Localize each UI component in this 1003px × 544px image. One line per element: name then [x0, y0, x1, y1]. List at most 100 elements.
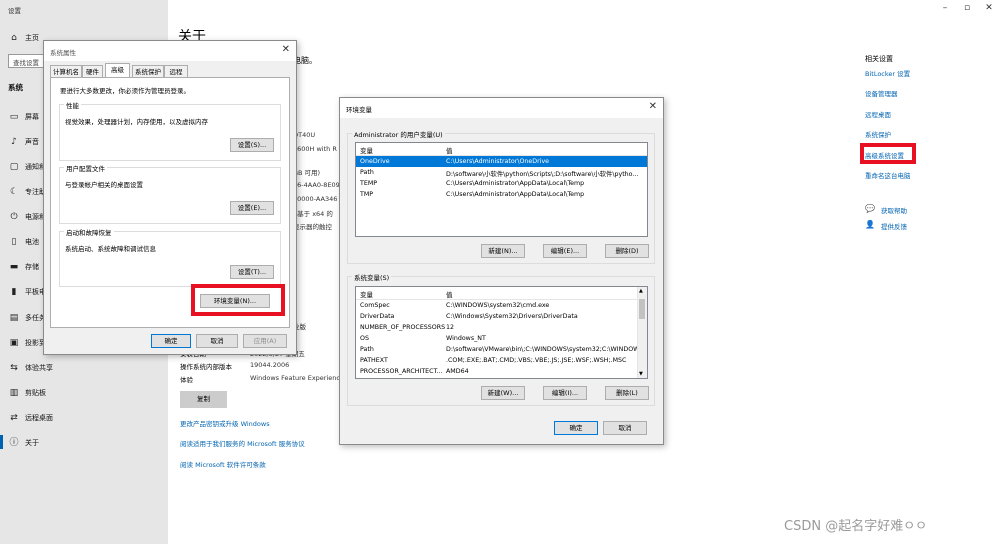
maximize-button[interactable]: ▫: [956, 0, 978, 18]
sysprops-ok-button[interactable]: 确定: [151, 334, 191, 348]
sidebar-item-label: 电池: [25, 238, 39, 246]
user-delete-button[interactable]: 删除(D): [605, 244, 649, 258]
user-variables-title: Administrator 的用户变量(U): [352, 129, 445, 139]
user-profiles-settings-button[interactable]: 设置(E)...: [230, 201, 274, 215]
sidebar-item[interactable]: ⓘ 关于: [0, 432, 168, 456]
focus-icon: ☾: [9, 187, 19, 197]
spec-label: 操作系统内部版本: [180, 363, 232, 371]
environment-variables-dialog: 环境变量 ✕ Administrator 的用户变量(U) 变量 值 OneDr…: [339, 97, 664, 445]
startup-recovery-desc: 系统启动、系统故障和调试信息: [65, 245, 156, 253]
power-icon: ⏻: [10, 212, 18, 222]
advanced-system-settings-link[interactable]: 高级系统设置: [865, 150, 904, 160]
user-edit-button[interactable]: 编辑(E)...: [543, 244, 587, 258]
variable-row[interactable]: Path D:\software\VMware\bin\;C:\WINDOWS\s…: [356, 344, 647, 355]
sys-list-scrollbar[interactable]: ▲ ▼: [637, 287, 647, 378]
system-variables-title: 系统变量(S): [352, 272, 392, 282]
sidebar-item-label: 远程桌面: [25, 414, 53, 422]
variable-row[interactable]: DriverData C:\Windows\System32\Drivers\Dr…: [356, 311, 647, 322]
system-variables-list[interactable]: 变量 值 ComSpec C:\WINDOWS\system32\cmd.exe D…: [355, 286, 648, 379]
performance-desc: 视觉效果，处理器计划，内存使用，以及虚拟内存: [65, 118, 208, 126]
startup-settings-button[interactable]: 设置(T)...: [230, 265, 274, 279]
sidebar-item[interactable]: ▥ 剪贴板: [0, 382, 168, 406]
sysprops-cancel-button[interactable]: 取消: [196, 334, 238, 348]
rename-pc-link[interactable]: 重命名这台电脑: [865, 170, 911, 180]
service-agreement-link[interactable]: 阅读适用于我们服务的 Microsoft 服务协议: [180, 438, 305, 448]
upgrade-link[interactable]: 更改产品密钥或升级 Windows: [180, 418, 270, 428]
sidebar-item-label: 存储: [25, 263, 39, 271]
tab-system-protection[interactable]: 系统保护: [132, 65, 164, 77]
device-manager-link[interactable]: 设备管理器: [865, 88, 898, 98]
variable-row[interactable]: TEMP C:\Users\Administrator\AppData\Local…: [356, 178, 647, 189]
selected-indicator: [0, 435, 3, 449]
variable-name: OS: [360, 335, 369, 342]
variable-value: C:\Users\Administrator\AppData\Local\Tem…: [446, 191, 585, 198]
feedback-icon: 👤: [865, 220, 875, 229]
remote-desktop-link[interactable]: 远程桌面: [865, 109, 891, 119]
variable-value: D:\software\VMware\bin\;C:\WINDOWS\syste…: [446, 346, 648, 353]
get-help-link[interactable]: 获取帮助: [881, 205, 907, 215]
tab-hardware[interactable]: 硬件: [82, 65, 103, 77]
system-protection-link[interactable]: 系统保护: [865, 129, 891, 139]
variable-row[interactable]: Path D:\software\小软件\python\Scripts\;D:\s…: [356, 167, 647, 178]
scrollbar-thumb[interactable]: [639, 299, 645, 319]
startup-recovery-group: 启动和故障恢复 系统启动、系统故障和调试信息 设置(T)...: [59, 227, 281, 287]
copy-button[interactable]: 复制: [180, 391, 227, 408]
license-terms-link[interactable]: 阅读 Microsoft 软件许可条款: [180, 459, 266, 469]
variable-row[interactable]: PATHEXT .COM;.EXE;.BAT;.CMD;.VBS;.VBE;.JS…: [356, 355, 647, 366]
tab-advanced[interactable]: 高级: [105, 63, 130, 77]
variable-row[interactable]: ComSpec C:\WINDOWS\system32\cmd.exe: [356, 300, 647, 311]
scroll-up-icon[interactable]: ▲: [639, 288, 643, 294]
system-variables-group: 系统变量(S) 变量 值 ComSpec C:\WINDOWS\system32\…: [347, 272, 655, 406]
search-placeholder: 查找设置: [13, 59, 39, 67]
bitlocker-link[interactable]: BitLocker 设置: [865, 68, 910, 78]
sidebar-item[interactable]: ⇄ 远程桌面: [0, 407, 168, 431]
variable-row[interactable]: OneDrive C:\Users\Administrator\OneDrive: [356, 156, 647, 167]
performance-title: 性能: [64, 100, 81, 110]
sidebar-item[interactable]: ⇆ 体验共享: [0, 357, 168, 381]
sysprops-title: 系统属性: [50, 49, 76, 57]
variable-name: Path: [360, 346, 374, 353]
variable-row[interactable]: NUMBER_OF_PROCESSORS 12: [356, 322, 647, 333]
envvars-ok-button[interactable]: 确定: [554, 421, 598, 435]
remote-desktop-icon: ⇄: [10, 413, 18, 423]
variable-name: ComSpec: [360, 302, 390, 309]
sys-edit-button[interactable]: 编辑(I)...: [543, 386, 587, 400]
user-variables-list[interactable]: 变量 值 OneDrive C:\Users\Administrator\OneD…: [355, 142, 648, 237]
sys-new-button[interactable]: 新建(W)...: [481, 386, 525, 400]
envvars-close-icon[interactable]: ✕: [649, 101, 657, 112]
tab-computer-name[interactable]: 计算机名: [50, 65, 82, 77]
user-profiles-title: 用户配置文件: [64, 163, 107, 173]
watermark: CSDN @起名字好难ㅇㅇ: [784, 519, 928, 534]
tablet-icon: ▮: [11, 287, 17, 297]
variable-name: PATHEXT: [360, 357, 388, 364]
info-icon: ⓘ: [9, 438, 19, 448]
feedback-link[interactable]: 提供反馈: [881, 221, 907, 231]
performance-settings-button[interactable]: 设置(S)...: [230, 138, 274, 152]
envvars-titlebar: 环境变量 ✕: [340, 98, 663, 118]
sysprops-apply-button[interactable]: 应用(A): [243, 334, 287, 348]
scroll-down-icon[interactable]: ▼: [639, 371, 643, 377]
user-variables-group: Administrator 的用户变量(U) 变量 值 OneDrive C:\U…: [347, 129, 655, 264]
close-button[interactable]: ✕: [978, 0, 1000, 18]
spec-value: 19044.2006: [250, 361, 290, 369]
user-new-button[interactable]: 新建(N)...: [481, 244, 525, 258]
tab-remote[interactable]: 远程: [164, 65, 188, 77]
sysprops-close-icon[interactable]: ✕: [282, 44, 290, 55]
help-icon: 💬: [865, 204, 875, 213]
sys-delete-button[interactable]: 删除(L): [605, 386, 649, 400]
sidebar-item-label: 剪贴板: [25, 389, 46, 397]
spec-fragment: , 基于 x64 的: [293, 210, 333, 218]
sidebar-item-label: 体验共享: [25, 364, 53, 372]
envvars-cancel-button[interactable]: 取消: [603, 421, 647, 435]
variable-name: NUMBER_OF_PROCESSORS: [360, 324, 446, 331]
sidebar-item-label: 屏幕: [25, 113, 39, 121]
variable-name: DriverData: [360, 313, 395, 320]
spec-label: 体验: [180, 376, 193, 384]
variable-row[interactable]: TMP C:\Users\Administrator\AppData\Local\…: [356, 189, 647, 200]
storage-icon: ▬: [9, 262, 19, 272]
variable-value: Windows_NT: [446, 335, 486, 342]
variable-row[interactable]: PROCESSOR_ARCHITECT... AMD64: [356, 366, 647, 377]
minimize-button[interactable]: –: [934, 0, 956, 18]
variable-row[interactable]: OS Windows_NT: [356, 333, 647, 344]
variable-name: Path: [360, 169, 374, 176]
